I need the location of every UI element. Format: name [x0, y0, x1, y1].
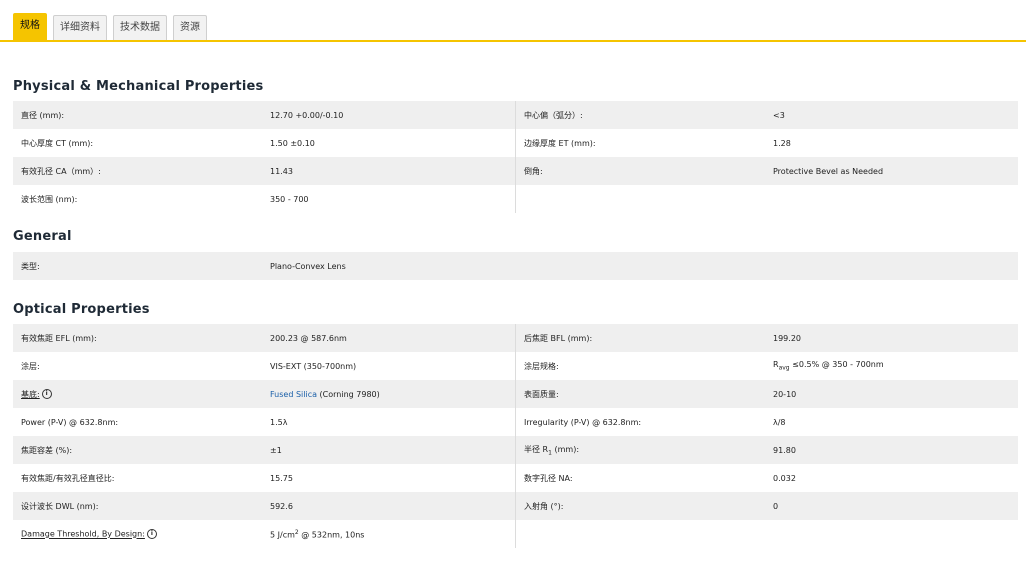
- property-label: 焦距容差 (%):: [13, 436, 262, 464]
- table-row: Power (P-V) @ 632.8nm: 1.5λ Irregularity…: [13, 408, 1018, 436]
- info-icon[interactable]: i: [146, 529, 157, 539]
- property-label: 类型:: [13, 252, 262, 280]
- damage-threshold-value: 5 J/cm2 @ 532nm, 10ns: [262, 520, 516, 548]
- radius-label: 半径 R1 (mm):: [515, 436, 765, 464]
- table-row: 有效孔径 CA（mm）: 11.43 倒角: Protective Bevel …: [13, 157, 1018, 185]
- coating-spec-value: Ravg ≤0.5% @ 350 - 700nm: [765, 352, 1018, 380]
- table-row: 设计波长 DWL (nm): 592.6 入射角 (°): 0: [13, 492, 1018, 520]
- table-row: 有效焦距/有效孔径直径比: 15.75 数字孔径 NA: 0.032: [13, 464, 1018, 492]
- damage-sup: 2: [294, 528, 299, 536]
- substrate-note: (Corning 7980): [319, 389, 380, 399]
- optical-properties-table: 有效焦距 EFL (mm): 200.23 @ 587.6nm 后焦距 BFL …: [13, 324, 1018, 548]
- coating-spec-text: ≤0.5% @ 350 - 700nm: [792, 360, 884, 370]
- info-icon[interactable]: i: [41, 389, 52, 399]
- tab-bar: 规格 详细资料 技术数据 资源: [0, 0, 1026, 42]
- property-value: 12.70 +0.00/-0.10: [262, 101, 516, 129]
- substrate-label: 基底: i: [13, 380, 262, 408]
- table-row: 基底: i Fused Silica (Corning 7980) 表面质量: 2…: [13, 380, 1018, 408]
- property-label: 后焦距 BFL (mm):: [515, 324, 765, 352]
- table-row: 中心厚度 CT (mm): 1.50 ±0.10 边缘厚度 ET (mm): 1…: [13, 129, 1018, 157]
- property-label: 涂层规格:: [515, 352, 765, 380]
- property-value: 0: [765, 492, 1018, 520]
- property-label: 设计波长 DWL (nm):: [13, 492, 262, 520]
- tab-details[interactable]: 详细资料: [53, 15, 107, 40]
- property-value: 1.5λ: [262, 408, 516, 436]
- radius-suffix: (mm):: [554, 444, 580, 454]
- property-label: Power (P-V) @ 632.8nm:: [13, 408, 262, 436]
- table-row: 涂层: VIS-EXT (350-700nm) 涂层规格: Ravg ≤0.5%…: [13, 352, 1018, 380]
- property-value: Plano-Convex Lens: [262, 252, 1018, 280]
- damage-value-text: 5 J/cm: [270, 530, 295, 540]
- property-value: λ/8: [765, 408, 1018, 436]
- physical-properties-table: 直径 (mm): 12.70 +0.00/-0.10 中心偏（弧分）: <3 中…: [13, 101, 1018, 213]
- table-row: 波长范围 (nm): 350 - 700: [13, 185, 1018, 213]
- general-properties-table: 类型: Plano-Convex Lens: [13, 252, 1018, 280]
- table-row: 有效焦距 EFL (mm): 200.23 @ 587.6nm 后焦距 BFL …: [13, 324, 1018, 352]
- property-value: Protective Bevel as Needed: [765, 157, 1018, 185]
- radius-sub: 1: [548, 449, 552, 457]
- property-label: 直径 (mm):: [13, 101, 262, 129]
- property-label: 表面质量:: [515, 380, 765, 408]
- property-label: 波长范围 (nm):: [13, 185, 262, 213]
- table-row: 焦距容差 (%): ±1 半径 R1 (mm): 91.80: [13, 436, 1018, 464]
- property-label: 倒角:: [515, 157, 765, 185]
- property-label: 有效焦距/有效孔径直径比:: [13, 464, 262, 492]
- section-title-physical: Physical & Mechanical Properties: [13, 79, 264, 94]
- property-value: 0.032: [765, 464, 1018, 492]
- property-label: 边缘厚度 ET (mm):: [515, 129, 765, 157]
- tab-specs[interactable]: 规格: [13, 13, 47, 40]
- table-row: Damage Threshold, By Design: i 5 J/cm2 @ …: [13, 520, 1018, 548]
- property-value: <3: [765, 101, 1018, 129]
- section-title-general: General: [13, 229, 72, 244]
- property-value: 91.80: [765, 436, 1018, 464]
- property-label: [515, 185, 765, 213]
- property-label: 有效焦距 EFL (mm):: [13, 324, 262, 352]
- tab-resources[interactable]: 资源: [173, 15, 207, 40]
- property-label: 有效孔径 CA（mm）:: [13, 157, 262, 185]
- property-label: 数字孔径 NA:: [515, 464, 765, 492]
- property-value: 20-10: [765, 380, 1018, 408]
- property-value: 350 - 700: [262, 185, 516, 213]
- property-value: 1.50 ±0.10: [262, 129, 516, 157]
- property-value: 592.6: [262, 492, 516, 520]
- property-label: 涂层:: [13, 352, 262, 380]
- property-value: ±1: [262, 436, 516, 464]
- damage-suffix: @ 532nm, 10ns: [301, 530, 365, 540]
- damage-threshold-label-text[interactable]: Damage Threshold, By Design:: [21, 530, 145, 539]
- property-value: 15.75: [262, 464, 516, 492]
- property-label: 中心偏（弧分）:: [515, 101, 765, 129]
- property-value: [765, 520, 1018, 548]
- property-value: [765, 185, 1018, 213]
- section-title-optical: Optical Properties: [13, 302, 150, 317]
- property-value: 199.20: [765, 324, 1018, 352]
- radius-label-text: 半径 R: [524, 444, 549, 454]
- property-label: 入射角 (°):: [515, 492, 765, 520]
- table-row: 直径 (mm): 12.70 +0.00/-0.10 中心偏（弧分）: <3: [13, 101, 1018, 129]
- property-label: [515, 520, 765, 548]
- table-row: 类型: Plano-Convex Lens: [13, 252, 1018, 280]
- substrate-value: Fused Silica (Corning 7980): [262, 380, 516, 408]
- property-label: Irregularity (P-V) @ 632.8nm:: [515, 408, 765, 436]
- fused-silica-link[interactable]: Fused Silica: [270, 390, 317, 399]
- coating-spec-sub: avg: [778, 364, 790, 372]
- substrate-label-text[interactable]: 基底:: [21, 390, 40, 399]
- tab-technical-data[interactable]: 技术数据: [113, 15, 167, 40]
- property-value: VIS-EXT (350-700nm): [262, 352, 516, 380]
- damage-threshold-label: Damage Threshold, By Design: i: [13, 520, 262, 548]
- property-value: 200.23 @ 587.6nm: [262, 324, 516, 352]
- property-value: 1.28: [765, 129, 1018, 157]
- property-label: 中心厚度 CT (mm):: [13, 129, 262, 157]
- property-value: 11.43: [262, 157, 516, 185]
